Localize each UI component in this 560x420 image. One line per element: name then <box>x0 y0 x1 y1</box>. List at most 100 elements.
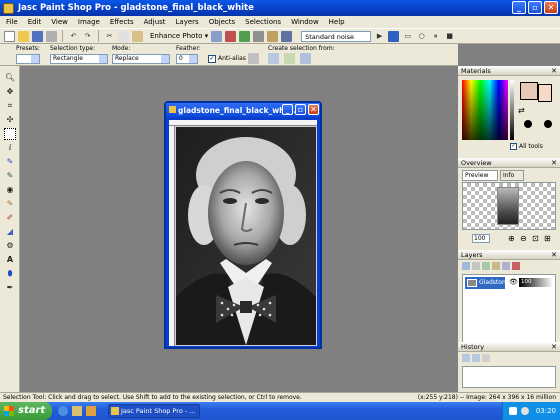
overview-preview[interactable] <box>462 182 556 230</box>
color-balance-icon[interactable] <box>239 30 251 42</box>
clone-brush-icon[interactable]: ✎ <box>4 170 16 182</box>
noise-reduction-dropdown[interactable]: Standard noise reduction <box>301 30 372 51</box>
menu-adjust[interactable]: Adjust <box>144 18 166 26</box>
zoom-input[interactable]: 100 <box>472 234 490 243</box>
menu-objects[interactable]: Objects <box>209 18 235 26</box>
selection-tool-icon[interactable] <box>4 128 16 140</box>
zoom-in-icon[interactable]: ⊕ <box>508 234 515 243</box>
red-eye-icon[interactable] <box>225 30 237 42</box>
zoom-tool-icon[interactable]: 🔍︎ <box>4 72 16 84</box>
overview-close-icon[interactable]: ✕ <box>551 158 557 168</box>
text-tool-icon[interactable]: A <box>4 254 16 266</box>
pen-tool-icon[interactable]: ✒ <box>4 282 16 294</box>
script-icon[interactable] <box>388 30 400 42</box>
save-script-icon[interactable]: ▭ <box>402 31 413 42</box>
history-close-icon[interactable]: ✕ <box>551 342 557 352</box>
delete-layer-icon[interactable] <box>512 262 520 270</box>
menu-window[interactable]: Window <box>291 18 319 26</box>
copy-icon[interactable] <box>118 30 129 42</box>
stop-icon[interactable]: ■ <box>444 31 455 42</box>
selection-type-dropdown[interactable]: Rectangle <box>50 54 108 64</box>
minimize-button[interactable]: _ <box>512 1 526 14</box>
menu-layers[interactable]: Layers <box>176 18 199 26</box>
auto-fix-icon[interactable] <box>211 30 223 42</box>
media-player-icon[interactable] <box>86 406 96 416</box>
feather-input[interactable]: 0 <box>176 54 198 64</box>
antialias-checkbox[interactable]: ✓ <box>208 55 216 63</box>
network-icon[interactable] <box>509 407 517 415</box>
menu-selections[interactable]: Selections <box>245 18 281 26</box>
preset-shape-icon[interactable]: ⬮ <box>4 268 16 280</box>
new-raster-layer-icon[interactable] <box>462 262 470 270</box>
internet-explorer-icon[interactable] <box>58 406 68 416</box>
foreground-color-swatch[interactable] <box>520 82 538 100</box>
volume-icon[interactable] <box>521 407 529 415</box>
selection-from-all-icon[interactable] <box>300 53 311 64</box>
doc-maximize-button[interactable]: ▫ <box>295 104 306 115</box>
clear-history-icon[interactable] <box>482 354 490 362</box>
layer-opacity-slider[interactable]: 100 <box>519 278 553 287</box>
duplicate-layer-icon[interactable] <box>502 262 510 270</box>
mode-dropdown[interactable]: Replace <box>112 54 170 64</box>
save-icon[interactable] <box>32 30 43 42</box>
grayscale-strip[interactable] <box>510 80 514 140</box>
menu-file[interactable]: File <box>6 18 18 26</box>
new-vector-layer-icon[interactable] <box>472 262 480 270</box>
selection-from-layer-icon[interactable] <box>268 53 279 64</box>
document-window[interactable]: gladstone_final_black_whit... _ ▫ ✕ <box>164 101 322 349</box>
style-swatch-icon[interactable] <box>524 120 532 128</box>
new-adjustment-layer-icon[interactable] <box>482 262 490 270</box>
redo-icon[interactable]: ↷ <box>82 31 93 42</box>
close-button[interactable]: ✕ <box>544 1 558 14</box>
open-folder-icon[interactable] <box>18 30 29 42</box>
undo-history-icon[interactable] <box>462 354 470 362</box>
saturation-icon[interactable] <box>267 30 279 42</box>
layer-row[interactable]: Gladstone <box>465 277 509 289</box>
paint-brush-icon[interactable]: ✎ <box>4 156 16 168</box>
move-tool-icon[interactable]: ✣ <box>4 114 16 126</box>
new-file-icon[interactable] <box>4 30 15 42</box>
materials-close-icon[interactable]: ✕ <box>551 66 557 76</box>
toggle-circle-icon[interactable]: ○ <box>416 31 427 42</box>
selection-from-mask-icon[interactable] <box>284 53 295 64</box>
taskbar-item-paint-shop-pro[interactable]: Jasc Paint Shop Pro - ... <box>108 404 200 418</box>
show-desktop-icon[interactable] <box>72 406 82 416</box>
flood-fill-icon[interactable]: ◢ <box>4 226 16 238</box>
select-none-icon[interactable] <box>248 53 259 64</box>
menu-effects[interactable]: Effects <box>110 18 134 26</box>
all-tools-checkbox[interactable]: ✓ <box>510 143 517 150</box>
doc-close-button[interactable]: ✕ <box>308 104 319 115</box>
cut-icon[interactable]: ✂ <box>104 31 115 42</box>
contrast-icon[interactable] <box>253 30 265 42</box>
crop-tool-icon[interactable]: ⌗ <box>4 100 16 112</box>
zoom-100-icon[interactable]: ⊡ <box>532 234 539 243</box>
info-tab[interactable]: Info <box>500 170 524 181</box>
scratch-remover-icon[interactable]: ◉ <box>4 184 16 196</box>
redo-history-icon[interactable] <box>472 354 480 362</box>
doc-minimize-button[interactable]: _ <box>282 104 293 115</box>
dodge-brush-icon[interactable]: ✎ <box>4 198 16 210</box>
texture-swatch-icon[interactable] <box>544 120 552 128</box>
zoom-out-icon[interactable]: ⊖ <box>520 234 527 243</box>
portrait-photo[interactable] <box>176 127 316 345</box>
layers-close-icon[interactable]: ✕ <box>551 250 557 260</box>
color-spectrum[interactable] <box>462 80 508 140</box>
play-icon[interactable]: ▶ <box>374 31 385 42</box>
sharpen-icon[interactable] <box>281 30 293 42</box>
paste-icon[interactable] <box>132 30 143 42</box>
pause-icon[interactable]: ⏸ <box>430 31 441 42</box>
background-color-swatch[interactable] <box>538 84 552 102</box>
menu-help[interactable]: Help <box>329 18 345 26</box>
menu-view[interactable]: View <box>51 18 68 26</box>
menu-edit[interactable]: Edit <box>28 18 42 26</box>
enhance-photo-button[interactable]: Enhance Photo ▾ <box>150 32 208 40</box>
print-icon[interactable] <box>46 30 57 42</box>
pan-tool-icon[interactable]: ✥ <box>4 86 16 98</box>
restore-button[interactable]: ▫ <box>528 1 542 14</box>
swap-colors-icon[interactable]: ⇄ <box>518 106 525 115</box>
dropper-tool-icon[interactable]: ⅈ <box>4 142 16 154</box>
layer-visibility-icon[interactable]: 👁︎ <box>509 278 518 286</box>
start-button[interactable]: start <box>0 402 52 420</box>
new-mask-layer-icon[interactable] <box>492 262 500 270</box>
presets-dropdown[interactable] <box>16 54 40 64</box>
